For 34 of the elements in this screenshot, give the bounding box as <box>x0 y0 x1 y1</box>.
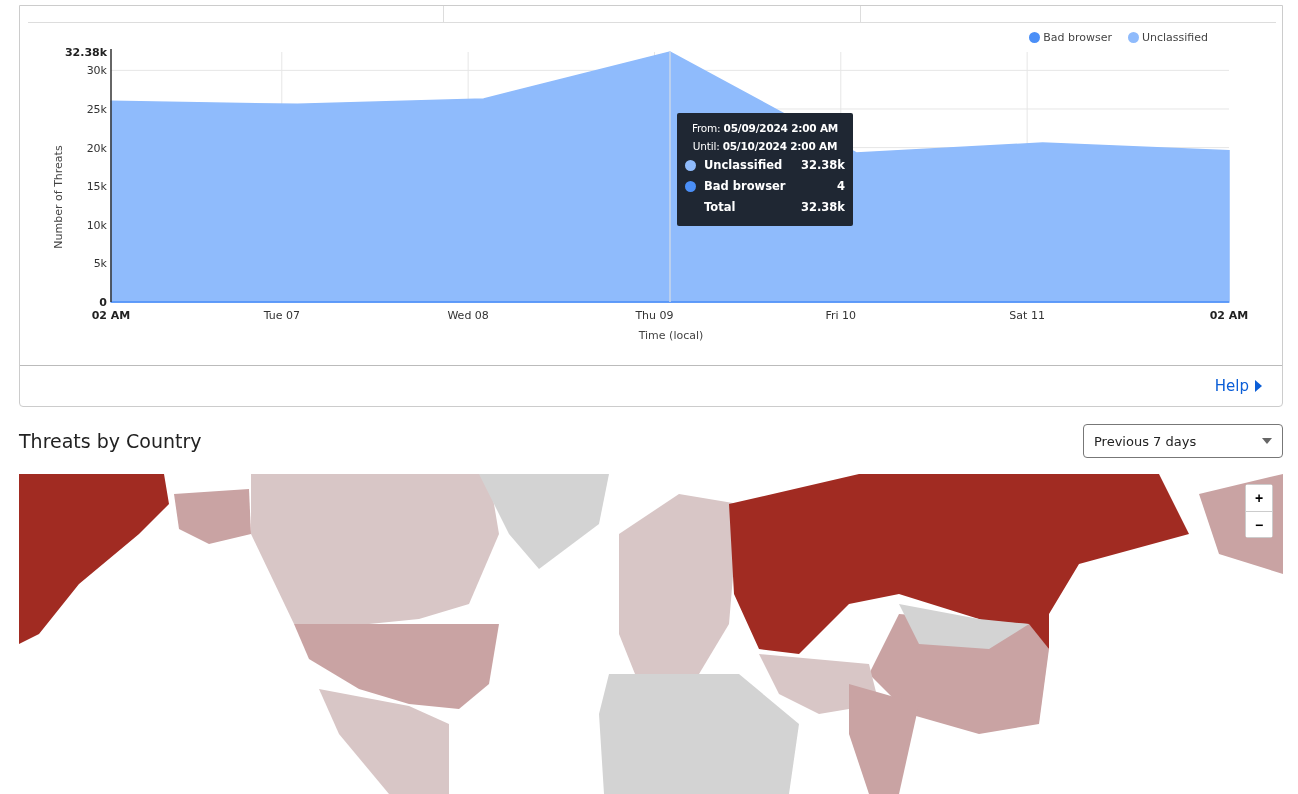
x-axis-title: Time (local) <box>638 329 704 342</box>
tooltip-series-name: Unclassified <box>704 157 784 174</box>
y-axis-title: Number of Threats <box>52 145 65 249</box>
tooltip-value: 32.38k <box>800 157 845 174</box>
x-tick-label: 02 AM <box>91 309 131 322</box>
x-tick-label: Thu 09 <box>635 309 674 322</box>
tooltip-series-name: Bad browser <box>704 178 787 195</box>
y-tick-label: 25k <box>86 103 107 116</box>
x-tick-label: Tue 07 <box>263 309 300 322</box>
legend-item[interactable]: Bad browser <box>1029 31 1112 44</box>
x-tick-label: Sat 11 <box>1009 309 1045 322</box>
y-tick-label: 10k <box>86 218 107 232</box>
section-title: Threats by Country <box>19 430 202 452</box>
x-tick-label: 02 AM <box>1209 309 1249 322</box>
x-tick-label: Fri 10 <box>825 309 857 322</box>
tooltip-value: 4 <box>837 178 845 195</box>
y-tick-label: 0 <box>99 296 107 309</box>
header-tab[interactable] <box>443 6 861 22</box>
tooltip-until: Until: 05/10/2024 2:00 AM <box>691 139 839 154</box>
y-tick-label: 5k <box>93 257 107 271</box>
y-tick-label: 30k <box>86 64 107 78</box>
caret-icon <box>1254 380 1262 392</box>
y-tick-label: 32.38k <box>64 46 107 59</box>
help-link[interactable]: Help <box>1214 377 1262 395</box>
period-select[interactable]: Previous 7 days <box>1083 424 1283 458</box>
zoom-out-button[interactable]: − <box>1246 511 1272 537</box>
tooltip-total-label: Total <box>703 199 737 216</box>
tooltip-total-value: 32.38k <box>800 199 845 216</box>
legend-item[interactable]: Unclassified <box>1127 31 1208 44</box>
caret-icon <box>1262 438 1272 444</box>
tooltip-from: From: 05/09/2024 2:00 AM <box>690 121 840 136</box>
x-tick-label: Wed 08 <box>447 309 489 322</box>
y-tick-label: 15k <box>86 180 107 194</box>
y-tick-label: 20k <box>86 141 107 155</box>
